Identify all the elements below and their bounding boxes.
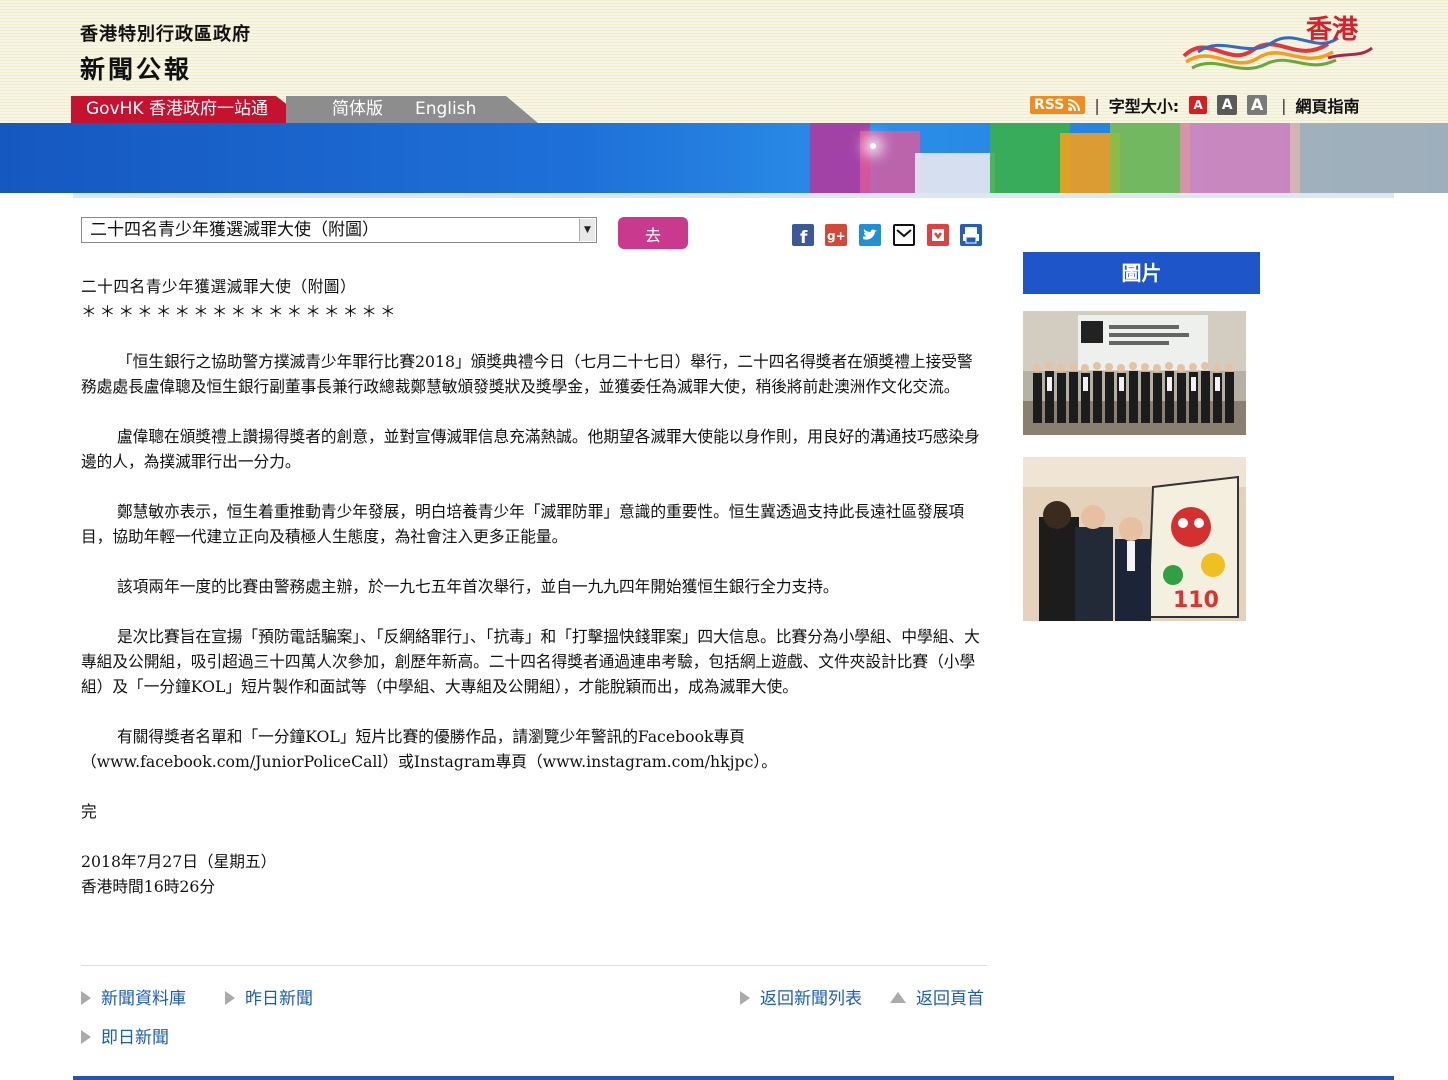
english-link[interactable]: English <box>415 96 476 123</box>
divider <box>81 965 987 966</box>
arrow-right-icon <box>81 1030 91 1044</box>
rss-label: RSS <box>1034 97 1065 113</box>
utility-bar: RSS | 字型大小: A A A | 網頁指南 <box>1030 93 1360 117</box>
back-to-list-label: 返回新聞列表 <box>760 989 862 1009</box>
decorative-banner <box>0 123 1448 193</box>
go-button[interactable]: 去 <box>618 217 688 249</box>
rss-icon <box>1068 99 1081 112</box>
arrow-right-icon <box>81 991 91 1005</box>
content-top-border <box>73 193 1394 198</box>
back-to-list-link[interactable]: 返回新聞列表 <box>740 984 862 1009</box>
chevron-down-icon[interactable]: ▼ <box>579 219 595 241</box>
news-archive-link[interactable]: 新聞資料庫 <box>81 984 186 1009</box>
email-icon[interactable] <box>893 224 915 246</box>
site-header: 香港特別行政區政府 新聞公報 香港 GovHK 香港政府一站通 简体版 Engl… <box>0 0 1448 123</box>
back-to-top-label: 返回頁首 <box>916 989 984 1009</box>
article-body: 二十四名青少年獲選滅罪大使（附圖） ＊＊＊＊＊＊＊＊＊＊＊＊＊＊＊＊＊ 「恒生銀… <box>81 274 987 899</box>
article-paragraph: 盧偉聰在頒獎禮上讚揚得獎者的創意，並對宣傳滅罪信息充滿熱誠。他期望各滅罪大使能以… <box>81 427 980 471</box>
font-size-medium-button[interactable]: A <box>1217 95 1238 115</box>
arrow-up-icon <box>890 992 906 1003</box>
simplified-chinese-link[interactable]: 简体版 <box>332 96 383 123</box>
article-end-marker: 完 <box>81 802 97 821</box>
news-archive-label: 新聞資料庫 <box>101 989 186 1009</box>
article-title: 二十四名青少年獲選滅罪大使（附圖） <box>81 277 357 296</box>
svg-text:g+: g+ <box>827 229 846 243</box>
bookmark-icon[interactable] <box>927 224 949 246</box>
print-icon[interactable] <box>960 224 982 246</box>
svg-text:香港: 香港 <box>1306 15 1359 45</box>
site-title[interactable]: 香港特別行政區政府 新聞公報 <box>80 20 251 86</box>
svg-text:f: f <box>800 228 808 246</box>
brand-hong-kong-logo[interactable]: 香港 <box>1178 12 1378 80</box>
web-guide-link[interactable]: 網頁指南 <box>1296 93 1360 117</box>
google-plus-icon[interactable]: g+ <box>825 224 847 246</box>
article-select[interactable]: 二十四名青少年獲選滅罪大使（附圖） ▼ <box>81 217 597 243</box>
article-date: 2018年7月27日（星期五） <box>81 852 277 871</box>
arrow-right-icon <box>740 991 750 1005</box>
article-paragraph: 有關得獎者名單和「一分鐘KOL」短片比賽的優勝作品，請瀏覽少年警訊的Facebo… <box>81 727 777 771</box>
article-paragraph: 「恒生銀行之協助警方撲滅青少年罪行比賽2018」頒獎典禮今日（七月二十七日）舉行… <box>81 352 973 396</box>
separator: | <box>1094 95 1100 115</box>
today-news-label: 即日新聞 <box>101 1028 169 1048</box>
font-size-large-button[interactable]: A <box>1247 95 1268 115</box>
article-paragraph: 是次比賽旨在宣揚「預防電話騙案」、「反網絡罪行」、「抗毒」和「打擊搵快錢罪案」四… <box>81 627 980 696</box>
govhk-link[interactable]: GovHK 香港政府一站通 <box>71 96 291 123</box>
facebook-icon[interactable]: f <box>792 224 814 248</box>
footer-border <box>73 1076 1394 1080</box>
twitter-icon[interactable] <box>859 224 881 246</box>
svg-text:110: 110 <box>1173 588 1219 613</box>
site-title-line1: 香港特別行政區政府 <box>80 24 251 45</box>
separator: | <box>1281 95 1287 115</box>
article-paragraph: 該項兩年一度的比賽由警務處主辦，於一九七五年首次舉行，並自一九九四年開始獲恒生銀… <box>117 577 839 596</box>
photos-heading: 圖片 <box>1023 252 1260 294</box>
language-nav: 简体版 English <box>286 96 538 123</box>
yesterday-news-link[interactable]: 昨日新聞 <box>225 984 313 1009</box>
article-time: 香港時間16時26分 <box>81 877 216 896</box>
back-to-top-link[interactable]: 返回頁首 <box>890 984 984 1009</box>
today-news-link[interactable]: 即日新聞 <box>81 1023 169 1048</box>
arrow-right-icon <box>225 991 235 1005</box>
site-title-line2: 新聞公報 <box>80 55 193 84</box>
font-size-small-button[interactable]: A <box>1189 96 1208 114</box>
article-paragraph: 鄭慧敏亦表示，恒生着重推動青少年發展，明白培養青少年「滅罪防罪」意識的重要性。恒… <box>81 502 965 546</box>
font-size-label: 字型大小: <box>1108 97 1180 116</box>
article-divider-stars: ＊＊＊＊＊＊＊＊＊＊＊＊＊＊＊＊＊ <box>81 302 399 321</box>
yesterday-news-label: 昨日新聞 <box>245 989 313 1009</box>
rss-button[interactable]: RSS <box>1030 96 1086 114</box>
photo-thumbnail[interactable] <box>1023 311 1246 435</box>
photo-thumbnail[interactable]: 110 <box>1023 457 1246 621</box>
article-select-value: 二十四名青少年獲選滅罪大使（附圖） <box>90 220 379 240</box>
